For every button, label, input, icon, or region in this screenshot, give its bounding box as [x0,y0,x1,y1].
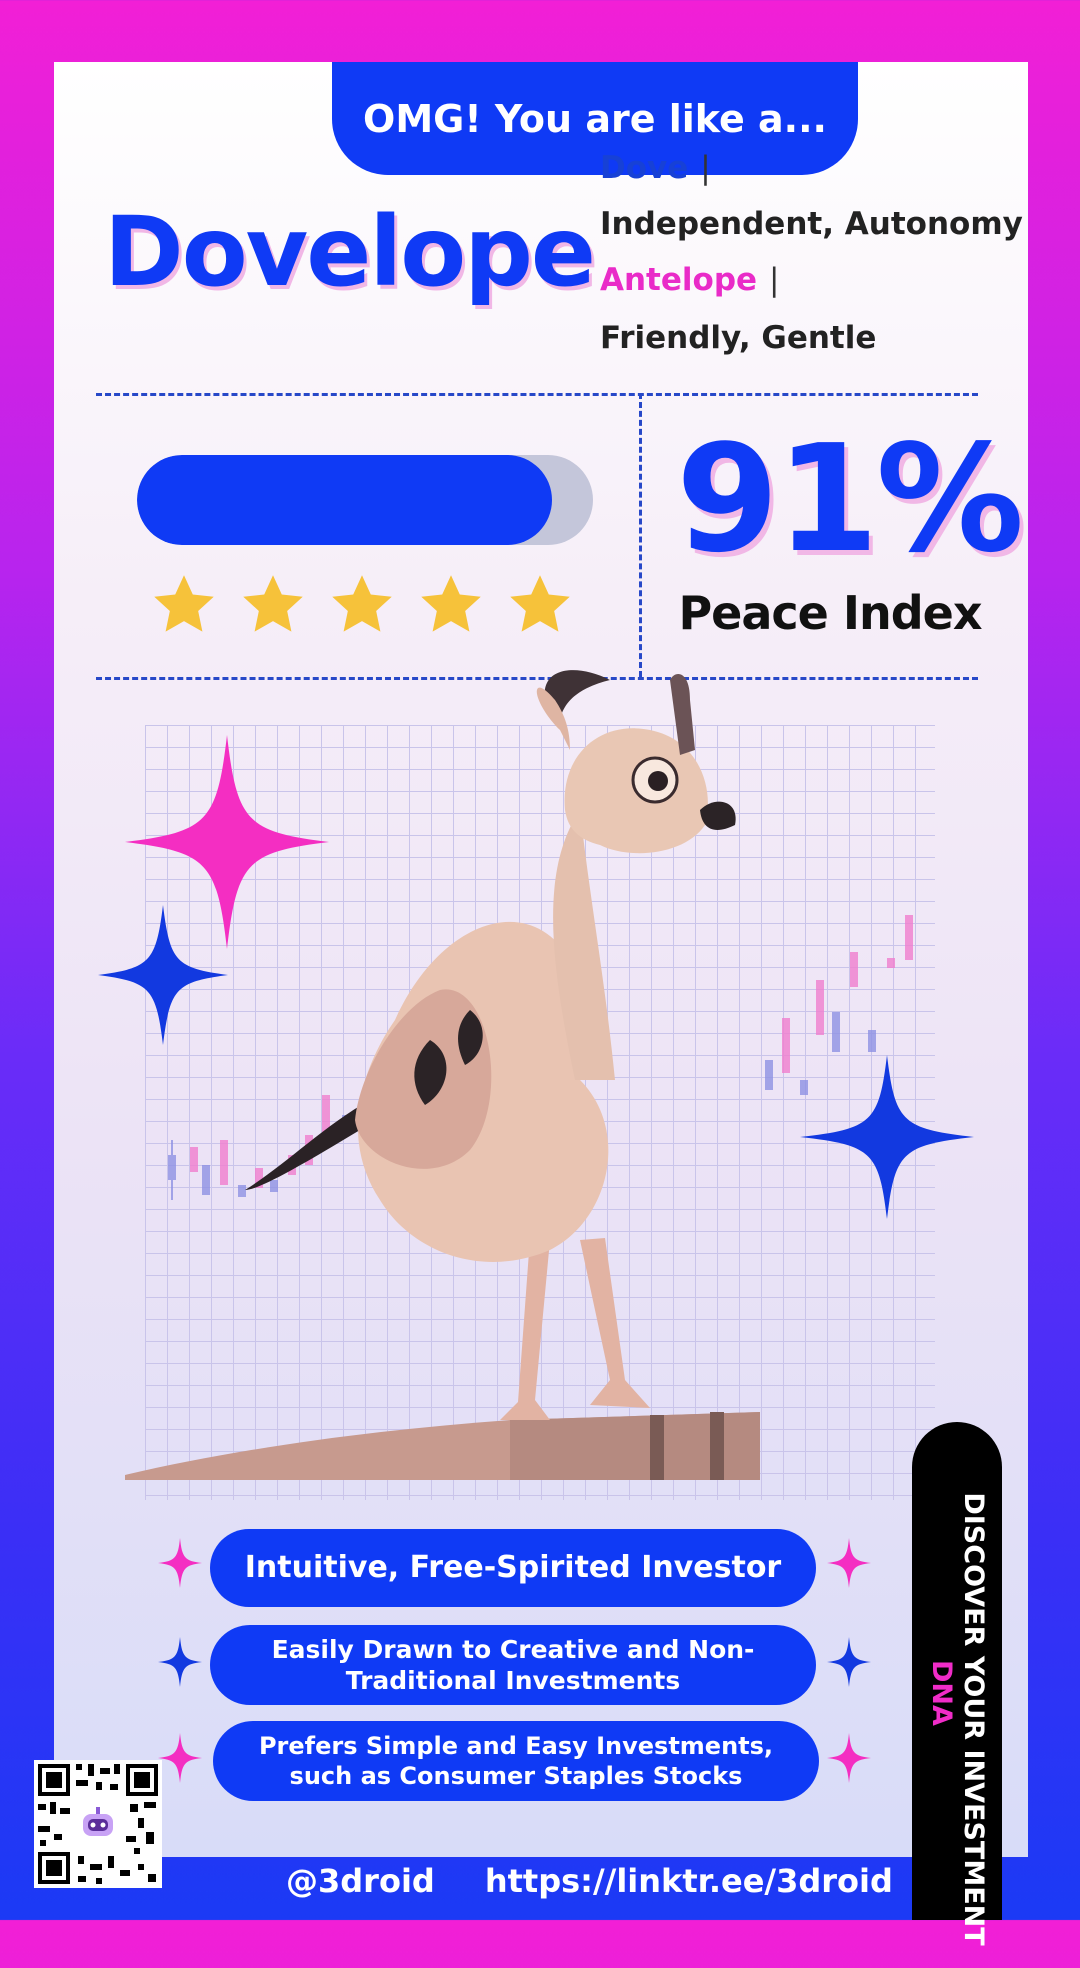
star-rating [150,571,574,639]
footer-link[interactable]: https://linktr.ee/3droid [485,1862,893,1900]
robot-icon [78,1804,118,1844]
star-icon [332,575,392,632]
trait-pill-3: Prefers Simple and Easy Investments, suc… [213,1721,819,1801]
trait-pill-1: Intuitive, Free-Spirited Investor [210,1529,816,1607]
sparkle-icon [827,1538,871,1588]
header-tab: OMG! You are like a... [332,62,858,175]
star-icon [154,575,214,632]
star-icon [243,575,303,632]
peace-progress-fill [137,455,552,545]
side-banner-line1: DISCOVER YOUR INVESTMENT [958,1492,990,1946]
side-banner: DISCOVER YOUR INVESTMENT DNA [912,1422,1002,1946]
sparkle-icon [158,1538,202,1588]
dovelope-illustration [125,670,913,1480]
animal-1-name: Dove | [600,150,711,186]
result-name: Dovelope [104,196,596,308]
sparkle-icon [158,1637,202,1687]
animal-2-traits: Friendly, Gentle [600,320,877,356]
peace-percent: 91% [676,413,1024,585]
sparkle-icon [827,1733,871,1783]
divider-top [96,393,978,396]
sparkle-icon [158,1733,202,1783]
star-icon [510,575,570,632]
peace-index-label: Peace Index [678,586,982,640]
star-icon [421,575,481,632]
qr-code[interactable] [34,1760,162,1888]
sparkle-icon [827,1637,871,1687]
side-banner-line2: DNA [926,1660,957,1726]
animal-2-name: Antelope | [600,262,780,298]
footer: @3droid https://linktr.ee/3droid [286,1862,893,1900]
header-tab-label: OMG! You are like a... [363,96,827,141]
trait-pill-2: Easily Drawn to Creative and Non-Traditi… [210,1625,816,1705]
animal-1-traits: Independent, Autonomy [600,206,1023,242]
peace-progress-bar [137,455,593,545]
footer-handle[interactable]: @3droid [286,1862,435,1900]
